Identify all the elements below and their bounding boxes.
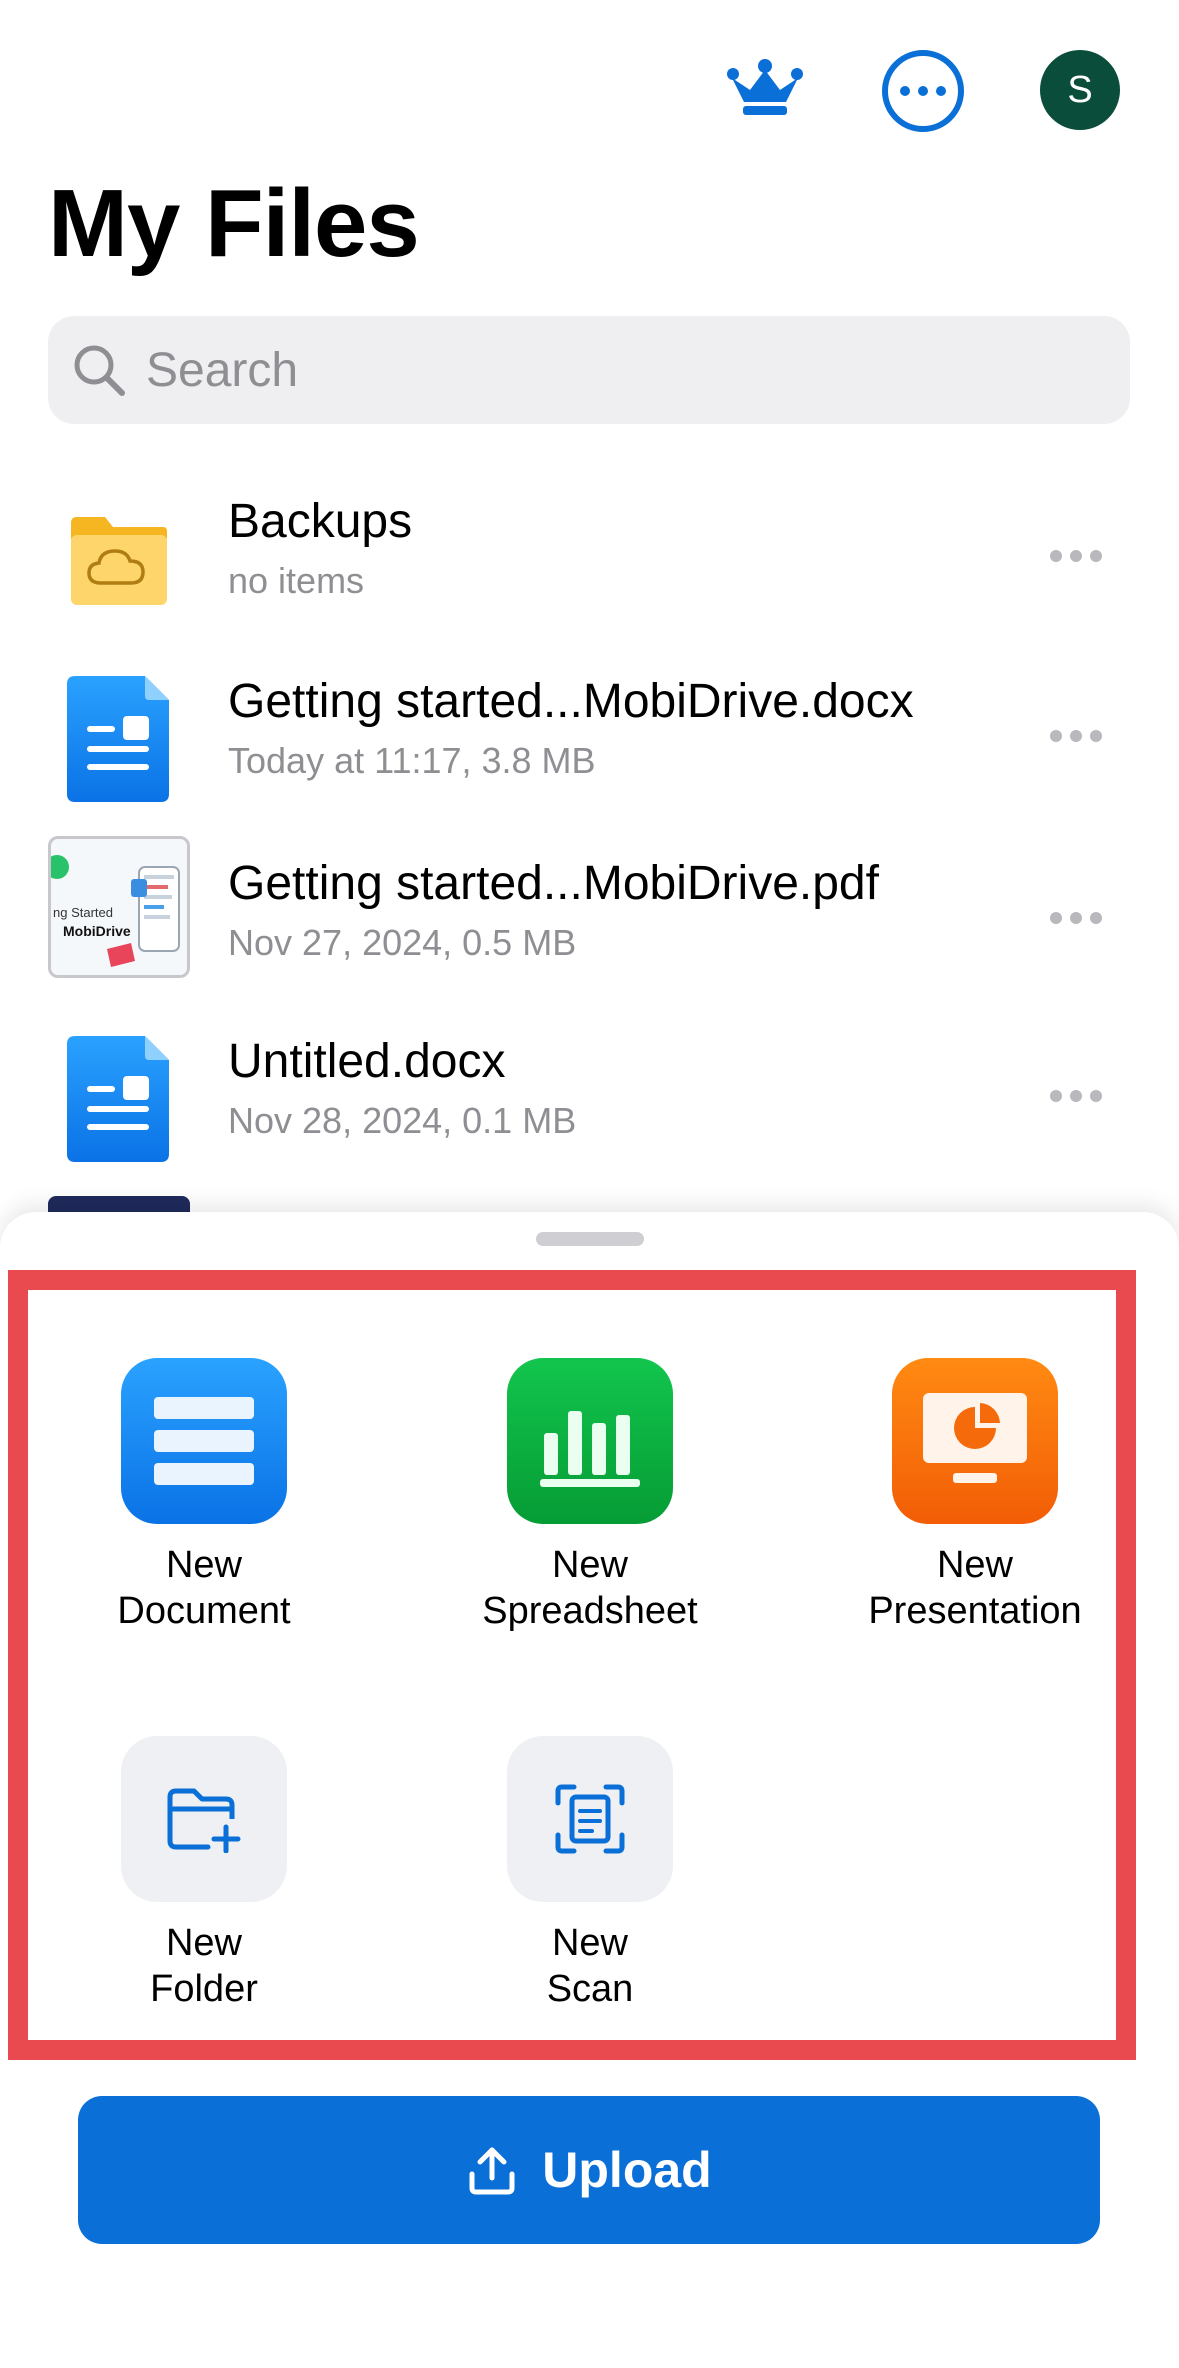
upload-label: Upload <box>542 2142 712 2198</box>
action-label-line1: New <box>165 1544 242 1586</box>
scan-icon <box>507 1736 673 1902</box>
file-meta: no items <box>228 560 365 601</box>
thumbnail-text: ng Started <box>53 905 113 920</box>
upload-icon <box>469 2147 515 2195</box>
row-more-icon[interactable] <box>1036 716 1116 756</box>
top-bar: S <box>0 0 1179 180</box>
action-label-line2: Spreadsheet <box>482 1590 698 1632</box>
action-label-line2: Scan <box>546 1968 634 2010</box>
search-bar[interactable] <box>48 316 1130 424</box>
file-meta: Today at 11:17, 3.8 MB <box>228 740 596 781</box>
file-meta: Nov 27, 2024, 0.5 MB <box>228 922 577 963</box>
action-label-line1: New <box>936 1544 1014 1586</box>
list-item[interactable]: Backups no items <box>0 488 1179 668</box>
upload-button[interactable]: Upload <box>78 2096 1100 2244</box>
search-input[interactable] <box>146 342 1046 398</box>
document-icon <box>121 1358 287 1524</box>
folder-add-icon <box>121 1736 287 1902</box>
row-more-icon[interactable] <box>1036 1076 1116 1116</box>
page-title: My Files <box>48 170 420 277</box>
search-icon <box>74 345 125 396</box>
spreadsheet-icon <box>507 1358 673 1524</box>
more-options-icon[interactable] <box>882 50 964 132</box>
action-label-line2: Presentation <box>868 1590 1082 1632</box>
presentation-icon <box>892 1358 1058 1524</box>
list-item[interactable]: Getting started...MobiDrive.docx Today a… <box>0 668 1179 848</box>
premium-crown-icon[interactable] <box>726 58 804 120</box>
new-folder-button[interactable]: New Folder <box>54 1736 354 2056</box>
action-label-line1: New <box>551 1922 629 1964</box>
file-name: Getting started...MobiDrive.pdf <box>228 857 879 910</box>
docx-icon <box>48 668 190 810</box>
sheet-grabber[interactable] <box>536 1232 644 1246</box>
file-meta: Nov 28, 2024, 0.1 MB <box>228 1100 577 1141</box>
file-name: Backups <box>228 495 413 548</box>
action-label-line2: Folder <box>150 1968 258 2010</box>
action-label-line1: New <box>551 1544 629 1586</box>
folder-cloud-icon <box>48 488 190 630</box>
action-label-line2: Document <box>117 1590 291 1632</box>
new-presentation-button[interactable]: New Presentation <box>825 1358 1125 1678</box>
list-item[interactable]: Untitled.docx Nov 28, 2024, 0.1 MB <box>0 1028 1179 1208</box>
pdf-thumbnail: ng Started MobiDrive <box>48 836 190 978</box>
file-name: Untitled.docx <box>228 1035 506 1088</box>
list-item[interactable]: ng Started MobiDrive Getting started...M… <box>0 836 1179 1016</box>
new-scan-button[interactable]: New Scan <box>440 1736 740 2056</box>
new-document-button[interactable]: New Document <box>54 1358 354 1678</box>
thumbnail-text: MobiDrive <box>63 923 131 939</box>
new-spreadsheet-button[interactable]: New Spreadsheet <box>440 1358 740 1678</box>
row-more-icon[interactable] <box>1036 898 1116 938</box>
action-label-line1: New <box>165 1922 243 1964</box>
file-name: Getting started...MobiDrive.docx <box>228 675 914 728</box>
row-more-icon[interactable] <box>1036 536 1116 576</box>
docx-icon <box>48 1028 190 1170</box>
avatar[interactable]: S <box>1040 50 1120 130</box>
